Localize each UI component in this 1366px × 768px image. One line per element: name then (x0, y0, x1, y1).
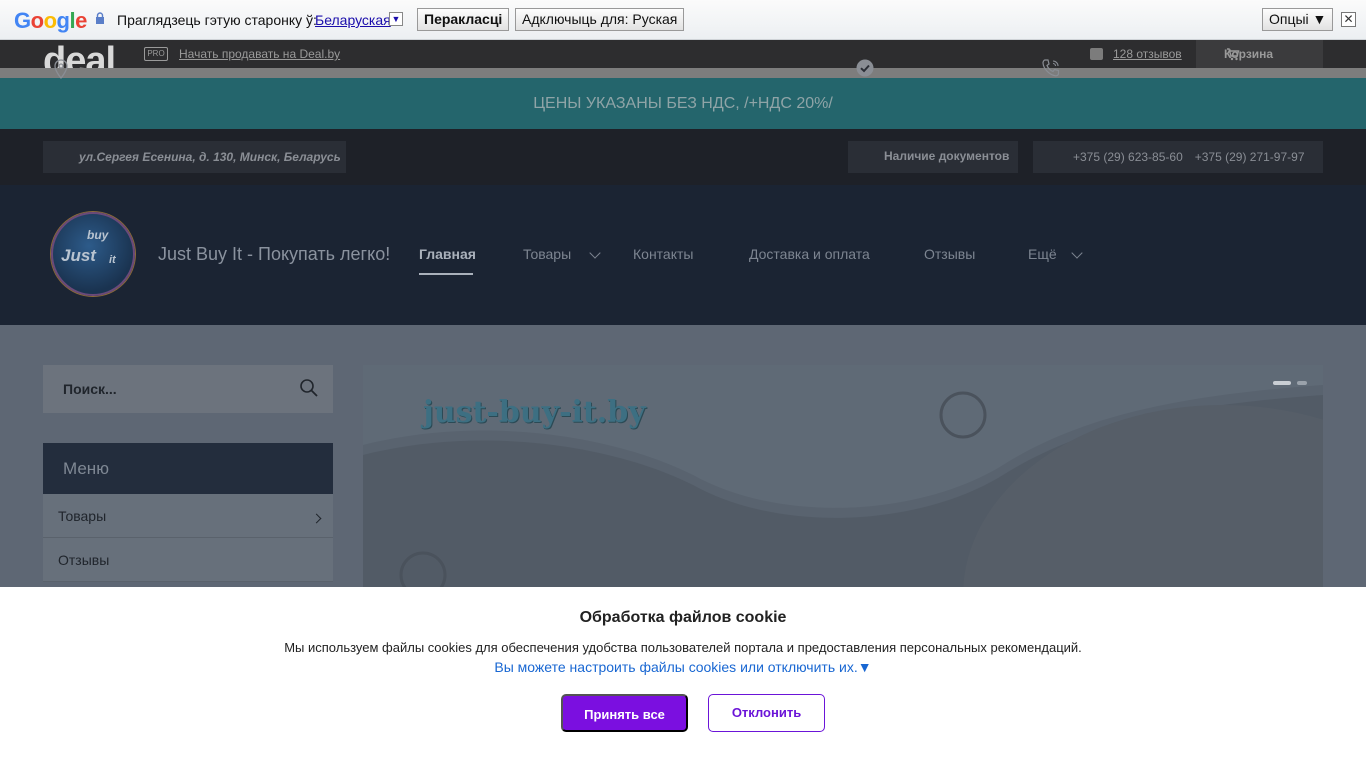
phone-icon (1042, 59, 1060, 77)
search-icon[interactable] (299, 378, 319, 398)
vat-banner: ЦЕНЫ УКАЗАНЫ БЕЗ НДС, /+НДС 20%/ (0, 78, 1366, 129)
menu-title: Меню (43, 443, 333, 494)
accept-all-button[interactable]: Принять все (561, 694, 688, 732)
reject-button[interactable]: Отклонить (708, 694, 825, 732)
address[interactable]: ул.Сергея Есенина, д. 130, Минск, Белару… (43, 141, 346, 173)
site-logo[interactable]: buy Just it (51, 212, 135, 296)
phones[interactable]: +375 (29) 623-85-60 +375 (29) 271-97-97 (1033, 141, 1323, 173)
cookie-settings-link[interactable]: Вы можете настроить файлы cookies или от… (0, 659, 1366, 675)
disable-translate-button[interactable]: Адключыць для: Руская (515, 8, 685, 31)
site-name[interactable]: Just Buy It - Покупать легко! (158, 244, 390, 265)
google-logo: Google (14, 8, 87, 33)
nav-more[interactable]: Ещё (1028, 246, 1057, 262)
close-icon[interactable]: ✕ (1341, 12, 1356, 27)
nav-delivery[interactable]: Доставка и оплата (749, 246, 870, 262)
cart-icon (1227, 48, 1240, 61)
language-link[interactable]: Беларуская (315, 12, 391, 28)
menu-item-products[interactable]: Товары (43, 494, 333, 538)
phone-2[interactable]: +375 (29) 271-97-97 (1195, 150, 1305, 164)
nav-active-underline (419, 273, 473, 275)
verified-check-icon (856, 59, 874, 77)
chevron-down-icon (1071, 247, 1083, 259)
documents-badge[interactable]: Наличие документов (848, 141, 1018, 173)
translate-prompt: Праглядзець гэтую старонку ў: (117, 12, 317, 28)
translate-button[interactable]: Перакласці (417, 8, 510, 31)
options-button[interactable]: Опцыі ▼ (1262, 8, 1334, 31)
slider-dot-2[interactable] (1297, 381, 1307, 385)
translate-bar: Google Праглядзець гэтую старонку ў: Бел… (0, 0, 1366, 40)
start-selling-link[interactable]: Начать продавать на Deal.by (179, 47, 340, 61)
logo-lettering: buy Just it (61, 228, 116, 266)
lock-icon (96, 12, 104, 24)
cookie-title: Обработка файлов cookie (579, 609, 787, 626)
search-input[interactable]: Поиск... (43, 365, 333, 413)
site-header: buy Just it Just Buy It - Покупать легко… (0, 185, 1366, 325)
divider-strip (0, 68, 1366, 78)
nav-home[interactable]: Главная (419, 246, 476, 262)
location-pin-icon (54, 59, 68, 79)
pro-badge: PRO (144, 47, 168, 61)
info-bar: ул.Сергея Есенина, д. 130, Минск, Белару… (0, 129, 1366, 185)
reviews-count-link[interactable]: 128 отзывов (1113, 47, 1182, 61)
nav-contacts[interactable]: Контакты (633, 246, 693, 262)
language-dropdown-icon[interactable]: ▼ (389, 12, 403, 26)
nav-reviews[interactable]: Отзывы (924, 246, 975, 262)
comment-icon (1090, 48, 1103, 60)
cart-button[interactable]: Корзина (1196, 40, 1323, 68)
nav-products[interactable]: Товары (523, 246, 571, 262)
slider-dot-1[interactable] (1273, 381, 1291, 385)
slider-logo-text: just-buy-it.by (423, 395, 646, 430)
cookie-text: Мы используем файлы cookies для обеспече… (284, 640, 1082, 655)
phone-1[interactable]: +375 (29) 623-85-60 (1073, 150, 1183, 164)
chevron-down-icon (589, 247, 601, 259)
cookie-dialog: Обработка файлов cookie Мы используем фа… (0, 587, 1366, 768)
menu-item-reviews[interactable]: Отзывы (43, 538, 333, 582)
